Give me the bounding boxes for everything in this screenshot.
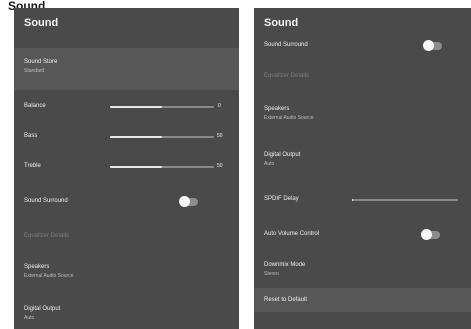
treble-item[interactable]: Treble 50 xyxy=(14,154,239,180)
toggle-knob xyxy=(179,196,190,207)
bass-slider[interactable] xyxy=(110,136,214,138)
digital-output-item[interactable]: Digital Output Auto xyxy=(254,146,471,178)
bass-label: Bass xyxy=(24,133,38,139)
bass-slider-fill xyxy=(110,136,162,138)
sound-surround-toggle[interactable] xyxy=(179,196,198,207)
treble-slider-fill xyxy=(110,166,162,168)
spdif-delay-slider-fill xyxy=(352,199,353,201)
equalizer-label: Equalizer Details xyxy=(24,233,70,239)
speakers-item[interactable]: Speakers External Audio Source xyxy=(254,100,471,132)
digital-output-value: Auto xyxy=(24,315,35,321)
sound-store-value: Standard xyxy=(24,68,45,74)
equalizer-item: Equalizer Details xyxy=(254,64,471,86)
balance-item[interactable]: Balance 0 xyxy=(14,94,239,120)
sound-store-label: Sound Store xyxy=(24,59,58,65)
equalizer-label: Equalizer Details xyxy=(264,73,310,79)
speakers-value: External Audio Source xyxy=(264,115,314,121)
panel-title: Sound xyxy=(24,17,59,29)
treble-slider[interactable] xyxy=(110,166,214,168)
sound-settings-panel-right: Sound Sound Surround Equalizer Details S… xyxy=(254,8,471,329)
spdif-delay-slider[interactable] xyxy=(352,199,458,201)
downmix-value: Stereo xyxy=(264,271,279,277)
equalizer-item: Equalizer Details xyxy=(14,224,239,248)
toggle-knob xyxy=(423,40,434,51)
sound-settings-panel-left: Sound Sound Store Standard Balance 0 Bas… xyxy=(14,8,239,329)
auto-volume-label: Auto Volume Control xyxy=(264,231,320,237)
reset-to-default-label: Reset to Default xyxy=(264,297,308,303)
sound-surround-label: Sound Surround xyxy=(24,198,68,204)
spdif-delay-item[interactable]: SPDIF Delay xyxy=(254,188,471,212)
speakers-item[interactable]: Speakers External Audio Source xyxy=(14,256,239,290)
downmix-item[interactable]: Downmix Mode Stereo xyxy=(254,254,471,288)
auto-volume-item[interactable]: Auto Volume Control xyxy=(254,220,471,250)
digital-output-item[interactable]: Digital Output Auto xyxy=(14,298,239,329)
speakers-label: Speakers xyxy=(264,106,290,112)
digital-output-label: Digital Output xyxy=(264,152,301,158)
treble-label: Treble xyxy=(24,163,41,169)
panel-title: Sound xyxy=(264,17,299,29)
sound-surround-item[interactable]: Sound Surround xyxy=(14,188,239,216)
spdif-delay-label: SPDIF Delay xyxy=(264,196,299,202)
digital-output-label: Digital Output xyxy=(24,306,61,312)
auto-volume-toggle[interactable] xyxy=(421,229,440,240)
balance-slider-fill xyxy=(110,106,162,108)
sound-surround-item-partial[interactable]: Sound Surround xyxy=(254,40,471,54)
balance-slider[interactable] xyxy=(110,106,214,108)
balance-value: 0 xyxy=(218,103,221,109)
sound-surround-toggle[interactable] xyxy=(423,40,442,51)
speakers-value: External Audio Source xyxy=(24,273,74,279)
sound-store-item[interactable]: Sound Store Standard xyxy=(14,48,239,90)
bass-item[interactable]: Bass 50 xyxy=(14,124,239,150)
sound-surround-label-partial: Sound Surround xyxy=(264,42,308,48)
treble-value: 50 xyxy=(217,163,223,169)
balance-label: Balance xyxy=(24,103,46,109)
speakers-label: Speakers xyxy=(24,264,50,270)
reset-to-default-button[interactable]: Reset to Default xyxy=(254,288,471,312)
downmix-label: Downmix Mode xyxy=(264,262,306,268)
digital-output-value: Auto xyxy=(264,161,275,167)
toggle-knob xyxy=(421,229,432,240)
bass-value: 50 xyxy=(217,133,223,139)
